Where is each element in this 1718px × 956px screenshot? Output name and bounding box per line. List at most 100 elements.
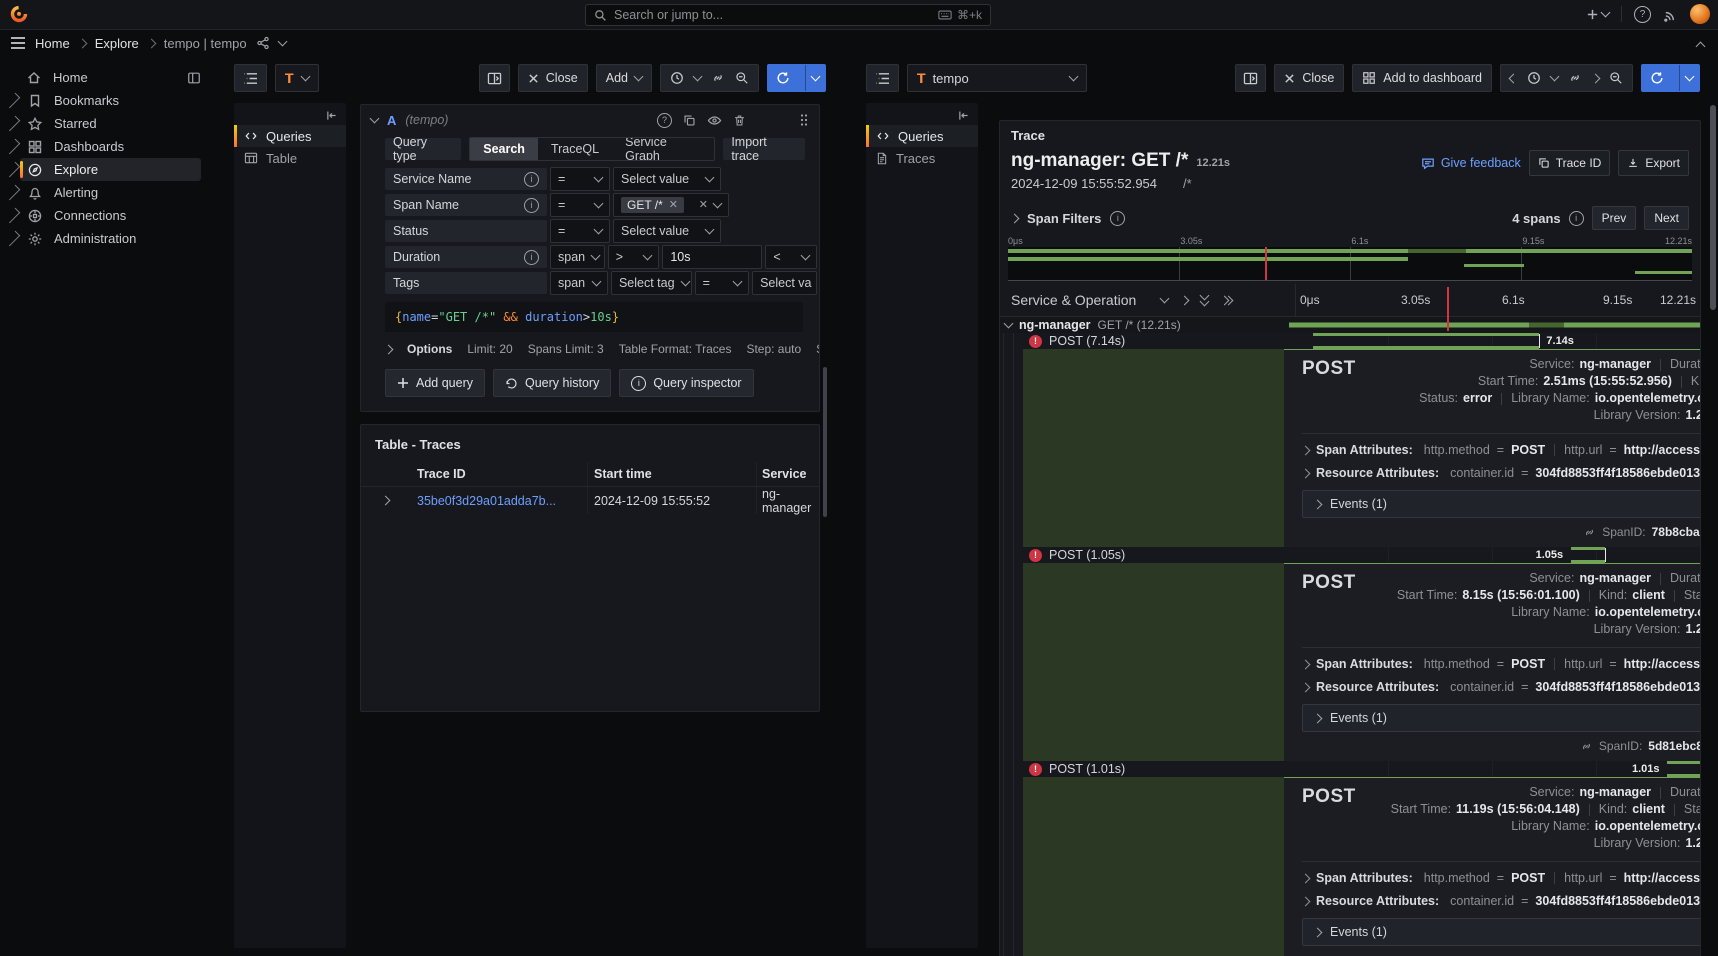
link-icon[interactable] <box>1568 71 1582 85</box>
service-name-operator-select[interactable]: = <box>550 167 610 191</box>
link-icon[interactable] <box>711 71 725 85</box>
expand-deep-icon[interactable] <box>1221 297 1232 304</box>
resource-attributes-row[interactable]: Resource Attributes: container.id=304fd8… <box>1294 680 1701 694</box>
add-button[interactable]: Add <box>596 64 652 92</box>
span-filters-label[interactable]: Span Filters <box>1027 211 1101 226</box>
table-row[interactable]: 35be0f3d29a01adda7b... 2024-12-09 15:55:… <box>361 486 819 514</box>
span-row-2[interactable]: POST (1.05s) 1.05s <box>1000 547 1700 563</box>
split-pane-icon-button-right[interactable] <box>1235 64 1266 92</box>
events-accordion[interactable]: Events (1) <box>1302 918 1701 946</box>
span-bar[interactable] <box>1667 761 1700 777</box>
collapse-sidebar-icon[interactable] <box>866 103 978 125</box>
col-trace-id[interactable]: Trace ID <box>409 467 587 481</box>
sidebar-item-explore[interactable]: Explore <box>0 158 209 181</box>
sidebar-item-alerting[interactable]: Alerting <box>0 181 209 204</box>
trace-id-button[interactable]: Trace ID <box>1529 150 1611 176</box>
close-pane-button-right[interactable]: Close <box>1274 64 1344 92</box>
help-icon[interactable] <box>1634 6 1651 23</box>
query-inspector-button[interactable]: Query inspector <box>619 369 753 397</box>
time-picker-button[interactable] <box>660 64 759 92</box>
expand-one-icon[interactable] <box>1180 295 1190 305</box>
add-query-button[interactable]: Add query <box>385 369 485 397</box>
clear-icon[interactable]: ✕ <box>699 200 708 211</box>
span-bar[interactable] <box>1313 333 1539 349</box>
mega-menu-icon[interactable] <box>10 36 26 50</box>
collapse-all-icon[interactable] <box>1160 294 1170 304</box>
breadcrumb-explore[interactable]: Explore <box>95 36 139 51</box>
query-ref-id[interactable]: A <box>387 113 396 128</box>
events-accordion[interactable]: Events (1) <box>1302 704 1701 732</box>
span-name-operator-select[interactable]: = <box>550 193 610 217</box>
link-icon[interactable] <box>1583 526 1596 539</box>
share-shortlink-icon[interactable] <box>256 36 270 50</box>
selected-span-highlight[interactable] <box>1023 349 1284 547</box>
collapse-sidebar-icon[interactable] <box>234 103 346 125</box>
duration-gt-select[interactable]: > <box>608 245 660 269</box>
duplicate-query-icon[interactable] <box>683 114 696 127</box>
tab-search[interactable]: Search <box>470 138 538 160</box>
close-pane-button[interactable]: Close <box>518 64 588 92</box>
sidebar-item-bookmarks[interactable]: Bookmarks <box>0 89 209 112</box>
selected-span-highlight[interactable] <box>1023 563 1284 761</box>
tab-traceql[interactable]: TraceQL <box>538 138 612 160</box>
query-options-row[interactable]: Options Limit: 20 Spans Limit: 3 Table F… <box>385 342 819 356</box>
service-name-value-select[interactable]: Select value <box>613 167 721 191</box>
run-query-button-right[interactable] <box>1641 64 1700 92</box>
sidebar-item-connections[interactable]: Connections <box>0 204 209 227</box>
status-operator-select[interactable]: = <box>550 219 610 243</box>
sidebar-tab-table[interactable]: Table <box>234 147 346 169</box>
query-outline-button[interactable] <box>234 64 267 92</box>
give-feedback-link[interactable]: Give feedback <box>1421 156 1521 170</box>
remove-chip-icon[interactable]: ✕ <box>669 200 678 211</box>
query-outline-button-right[interactable] <box>866 64 899 92</box>
tags-value-select[interactable]: Select va <box>752 271 817 295</box>
hide-query-icon[interactable] <box>707 114 722 127</box>
resource-attributes-row[interactable]: Resource Attributes: container.id=304fd8… <box>1294 466 1701 480</box>
split-pane-icon-button[interactable] <box>479 64 510 92</box>
tags-operator-select[interactable]: = <box>695 271 749 295</box>
drag-query-handle-icon[interactable] <box>799 113 809 127</box>
info-icon[interactable] <box>524 198 539 213</box>
sidebar-item-administration[interactable]: Administration <box>0 227 209 250</box>
info-icon[interactable] <box>524 250 539 265</box>
service-operation-header[interactable]: Service & Operation <box>1011 292 1136 308</box>
add-to-dashboard-button[interactable]: Add to dashboard <box>1352 64 1492 92</box>
span-attributes-row[interactable]: Span Attributes: http.method=POST http.u… <box>1294 657 1701 671</box>
info-icon[interactable] <box>1569 211 1584 226</box>
dock-menu-icon[interactable] <box>187 71 201 85</box>
trace-id-link[interactable]: 35be0f3d29a01adda7b... <box>409 494 587 508</box>
status-value-select[interactable]: Select value <box>613 219 721 243</box>
breadcrumb-home[interactable]: Home <box>35 36 70 51</box>
user-avatar[interactable] <box>1690 4 1710 24</box>
prev-span-button[interactable]: Prev <box>1592 206 1637 230</box>
collapse-deep-icon[interactable] <box>1201 295 1208 305</box>
resource-attributes-row[interactable]: Resource Attributes: container.id=304fd8… <box>1294 894 1701 908</box>
trace-minimap[interactable]: 0μs 3.05s 6.1s 9.15s 12.21s <box>1008 236 1692 282</box>
col-start-time[interactable]: Start time <box>587 462 756 486</box>
time-shift-forward-icon[interactable] <box>1591 73 1601 83</box>
next-span-button[interactable]: Next <box>1644 206 1689 230</box>
span-row-1[interactable]: POST (7.14s) 7.14s <box>1000 333 1700 349</box>
run-query-button[interactable] <box>767 64 826 92</box>
selected-span-highlight[interactable] <box>1023 777 1284 956</box>
events-accordion[interactable]: Events (1) <box>1302 490 1701 518</box>
left-pane-scrollbar[interactable] <box>823 367 827 517</box>
news-icon[interactable] <box>1663 7 1678 22</box>
sidebar-tab-queries[interactable]: Queries <box>234 125 346 147</box>
span-attributes-row[interactable]: Span Attributes: http.method=POST http.u… <box>1294 443 1701 457</box>
collapse-span-icon[interactable] <box>1004 319 1014 329</box>
query-help-icon[interactable] <box>657 113 672 128</box>
expand-span-filters-icon[interactable] <box>1010 213 1020 223</box>
span-row-root[interactable]: ng-manager GET /* (12.21s) <box>1000 317 1700 333</box>
duration-min-input[interactable]: 10s <box>662 245 762 269</box>
col-service[interactable]: Service <box>756 462 819 486</box>
span-name-chip[interactable]: GET /*✕ <box>621 197 684 213</box>
link-icon[interactable] <box>1580 740 1593 753</box>
info-icon[interactable] <box>524 172 539 187</box>
window-scrollbar[interactable] <box>1710 105 1716 310</box>
tags-scope-select[interactable]: span <box>550 271 608 295</box>
info-icon[interactable] <box>1110 211 1125 226</box>
remove-query-icon[interactable] <box>733 114 746 127</box>
tags-key-select[interactable]: Select tag <box>611 271 692 295</box>
time-shift-back-icon[interactable] <box>1509 73 1519 83</box>
